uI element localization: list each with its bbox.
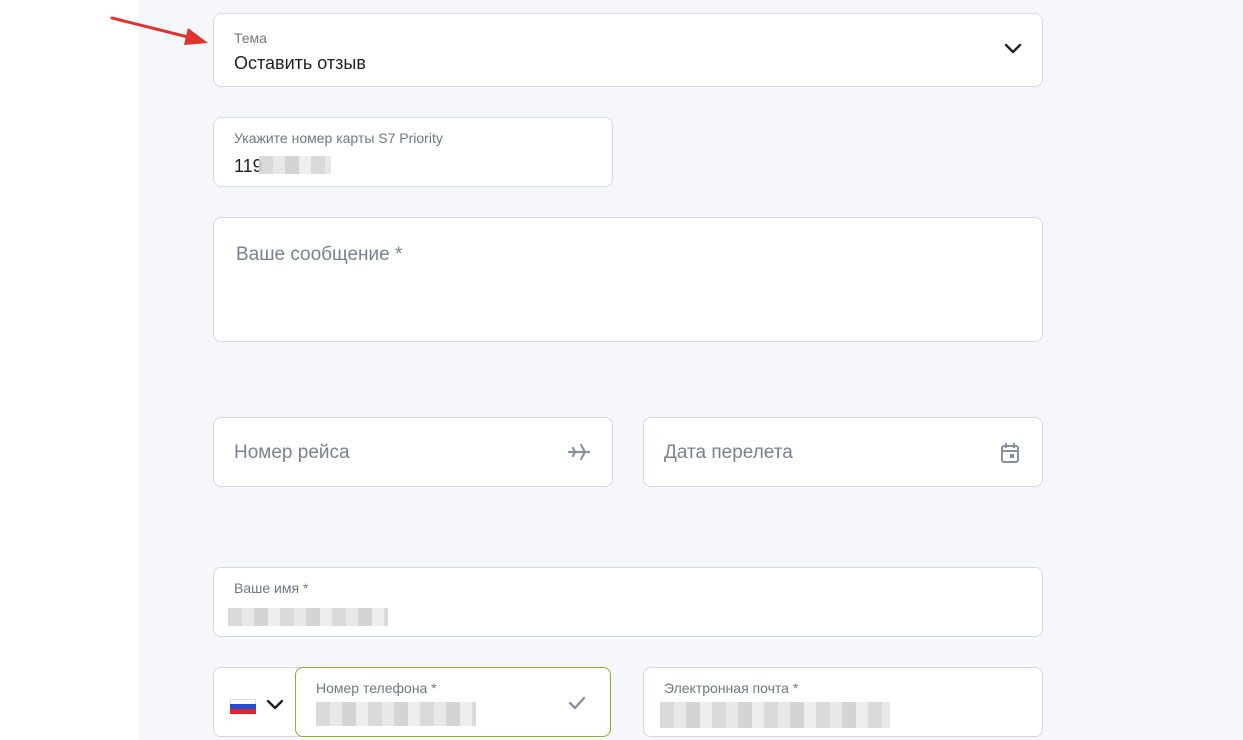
name-field[interactable]: Ваше имя * [213,567,1043,637]
red-arrow-icon [110,16,208,45]
priority-card-field[interactable]: Укажите номер карты S7 Priority 119 [213,117,613,187]
chevron-down-icon[interactable] [1004,42,1022,56]
russia-flag-icon [230,699,256,714]
phone-number-field[interactable]: Номер телефона * [295,667,611,737]
message-placeholder: Ваше сообщение * [236,244,403,265]
topic-select[interactable]: Тема Оставить отзыв [213,13,1043,87]
calendar-icon[interactable] [1000,442,1020,464]
check-icon [568,696,586,710]
redacted-phone [316,702,476,726]
flight-date-field[interactable]: Дата перелета [643,417,1043,487]
redacted-card-number [259,156,331,174]
email-label: Электронная почта * [664,680,799,696]
email-field[interactable]: Электронная почта * [643,667,1043,737]
priority-card-label: Укажите номер карты S7 Priority [234,130,443,146]
chevron-down-icon[interactable] [266,698,284,712]
topic-label: Тема [234,30,267,46]
flight-date-placeholder: Дата перелета [664,442,793,463]
redacted-email [660,702,890,728]
message-textarea[interactable]: Ваше сообщение * [213,217,1043,342]
phone-label: Номер телефона * [316,680,437,696]
topic-value: Оставить отзыв [234,53,366,73]
flight-number-placeholder: Номер рейса [234,442,350,463]
airplane-icon [568,443,590,461]
name-label: Ваше имя * [234,580,309,596]
flight-number-field[interactable]: Номер рейса [213,417,613,487]
country-code-select[interactable] [213,667,303,737]
redacted-name [228,608,388,626]
